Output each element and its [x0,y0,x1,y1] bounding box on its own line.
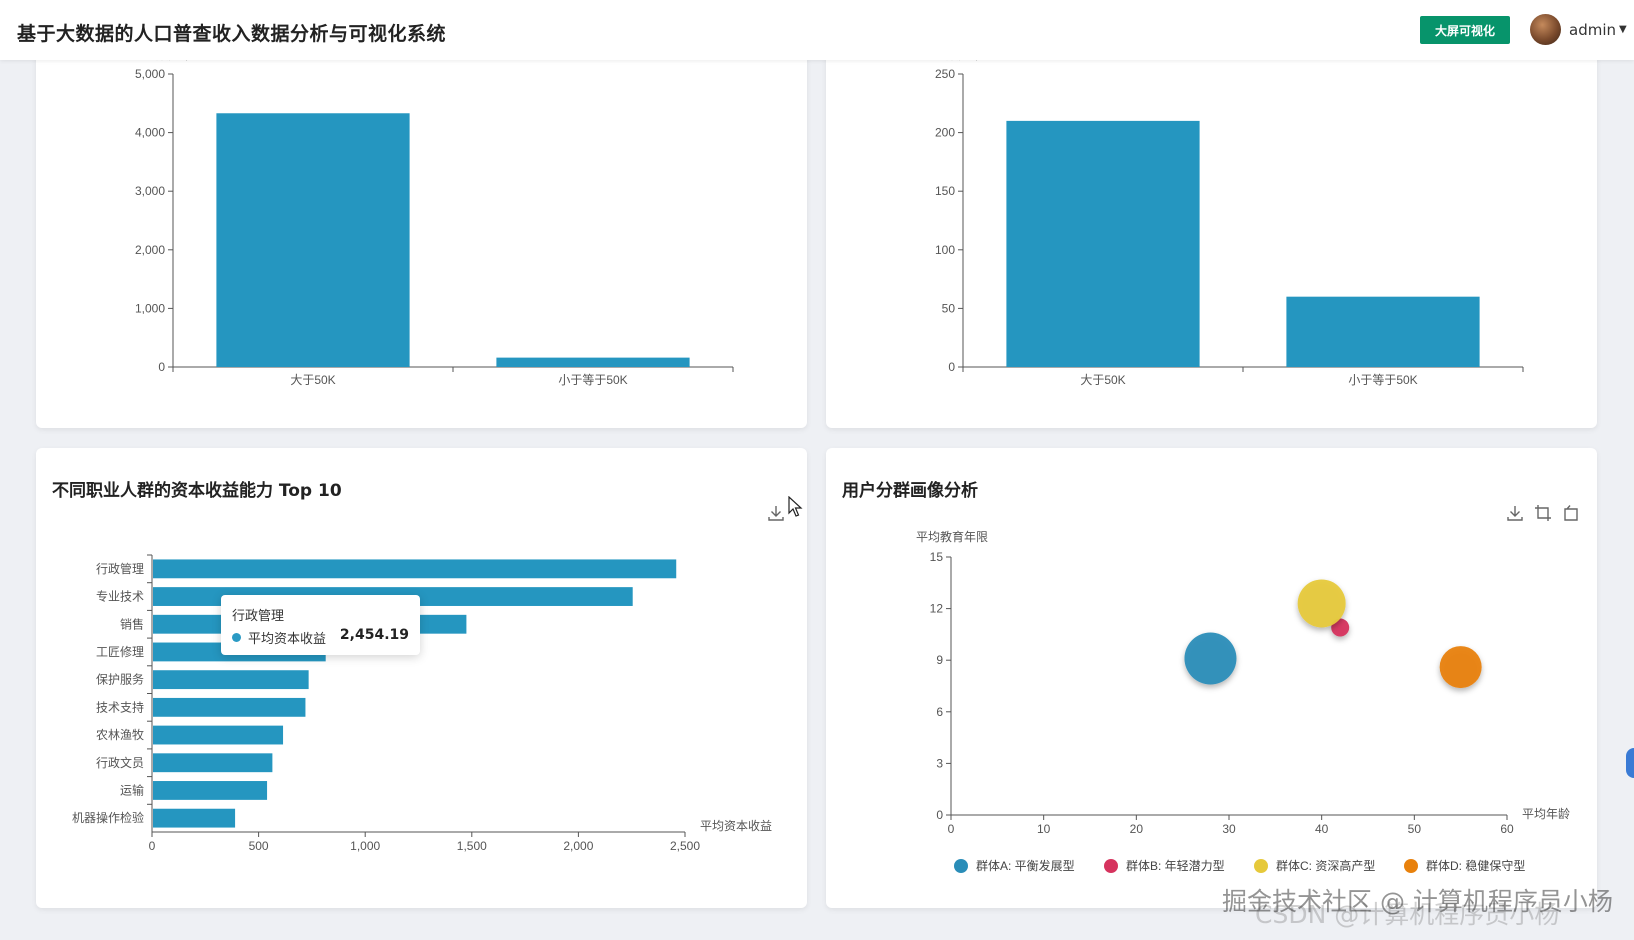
segment-y-axis-name: 平均教育年限 [916,529,988,544]
segment-y-tick-label: 0 [936,808,943,822]
segment-bubble [1297,579,1346,628]
income-right-y-tick-label: 100 [935,243,955,257]
income-left-x-tick-label: 大于50K [290,373,335,387]
chevron-down-icon[interactable]: ▼ [1619,24,1627,35]
occupation-bar [153,559,677,579]
occupation-x-tick-label: 500 [249,839,269,853]
segment-scatter-chart: 0 3 6 9 12 15 0 10 20 30 40 50 60 平均教育年限平均年龄群体A: 平衡发展… [916,529,1570,873]
occupation-y-tick-label: 农林渔牧 [96,728,144,742]
income-bar-chart-left: 01,0002,0003,0004,0005,000大于50K小于等于50K人数… [135,47,734,387]
segment-x-tick-label: 30 [1222,822,1236,836]
segment-legend-marker [1404,859,1418,873]
occupation-x-tick-label: 1,500 [457,839,487,853]
segment-y-tick-label: 6 [936,705,943,719]
segment-bubble [1184,632,1237,685]
segment-legend-label: 群体A: 平衡发展型 [976,858,1075,873]
avatar[interactable] [1530,14,1561,45]
user-name[interactable]: admin [1569,21,1616,39]
occupation-bar [153,670,309,690]
tooltip-series-marker [232,633,241,642]
income-right-bar [1286,296,1480,367]
watermark: 掘金技术社区 @ 计算机程序员小杨 [1222,887,1613,916]
income-chart-card-right: 050100150200250大于50K小于等于50K人数分布 [826,40,1597,428]
occupation-x-axis-name: 平均资本收益 [700,819,772,833]
segment-x-tick-label: 10 [1037,822,1051,836]
income-right-bar [1006,120,1200,367]
segment-legend-marker [1254,859,1268,873]
bigscreen-button[interactable]: 大屏可视化 [1420,16,1510,44]
segment-bubble [1439,646,1482,689]
segment-y-tick-label: 3 [936,756,943,770]
occupation-y-tick-label: 行政文员 [96,755,144,770]
segment-x-tick-label: 60 [1500,822,1514,836]
occupation-y-tick-label: 保护服务 [96,672,144,687]
occupation-y-tick-label: 运输 [120,782,144,797]
occupation-bar [153,808,236,828]
occupation-chart-card: 不同职业人群的资本收益能力 Top 10 0 500 1,000 1,500 2,000… [36,448,807,908]
segment-x-tick-label: 0 [948,822,955,836]
segment-y-tick-label: 9 [936,653,943,667]
segment-x-tick-label: 20 [1130,822,1144,836]
occupation-bar [153,753,273,773]
income-right-y-tick-label: 200 [935,126,955,140]
occupation-bar [153,697,306,717]
side-float-button[interactable] [1626,748,1634,778]
tooltip-value: 2,454.19 [339,627,409,643]
occupation-x-tick-label: 2,500 [670,839,700,853]
occupation-y-tick-label: 技术支持 [96,699,144,714]
income-left-bar [496,357,690,367]
income-left-bar [216,113,410,368]
occupation-y-tick-label: 机器操作检验 [72,810,144,825]
income-left-y-tick-label: 2,000 [135,243,165,257]
mouse-cursor-icon [788,496,803,517]
income-right-y-tick-label: 50 [942,301,956,315]
segment-x-tick-label: 40 [1315,822,1329,836]
income-left-y-tick-label: 4,000 [135,126,165,140]
segment-legend-label: 群体B: 年轻潜力型 [1126,859,1225,873]
segment-x-axis-name: 平均年龄 [1522,807,1570,821]
segment-legend-marker [1104,859,1118,873]
segment-y-tick-label: 15 [930,550,944,564]
income-left-y-tick-label: 3,000 [135,184,165,198]
chart-tooltip: 行政管理 平均资本收益 2,454.19 [221,595,420,655]
occupation-y-tick-label: 专业技术 [96,589,144,604]
occupation-x-tick-label: 2,000 [563,839,593,853]
segment-y-tick-label: 12 [930,602,944,616]
income-left-x-tick-label: 小于等于50K [558,373,627,387]
occupation-bar [153,725,284,745]
income-right-y-tick-label: 0 [948,360,955,374]
income-left-y-tick-label: 5,000 [135,67,165,81]
income-chart-card-left: 01,0002,0003,0004,0005,000大于50K小于等于50K人数… [36,40,807,428]
segment-chart-card: 用户分群画像分析 0 3 6 9 12 15 0 10 20 30 40 50 60 平均教育年限 平均年龄… [826,448,1597,908]
tooltip-series-name: 平均资本收益 [248,632,327,647]
app-title: 基于大数据的人口普查收入数据分析与可视化系统 [17,23,447,45]
tooltip-title: 行政管理 [232,609,285,624]
segment-legend-marker [954,859,968,873]
occupation-x-tick-label: 0 [149,839,156,853]
income-right-x-tick-label: 小于等于50K [1348,373,1417,387]
occupation-x-tick-label: 1,000 [350,839,380,853]
occupation-y-tick-label: 销售 [120,616,144,631]
occupation-y-tick-label: 工匠修理 [96,644,144,659]
income-bar-chart-right: 050100150200250大于50K小于等于50K人数分布 [934,47,1524,387]
segment-x-tick-label: 50 [1408,822,1422,836]
occupation-bar [153,781,268,800]
top-bar: 基于大数据的人口普查收入数据分析与可视化系统 大屏可视化 admin ▼ [0,0,1634,60]
occupation-bar-chart: 0 500 1,000 1,500 2,000 2,500平均资本收益行政管理专业技术销售… [72,554,772,853]
income-right-y-tick-label: 150 [935,184,955,198]
segment-legend-label: 群体D: 稳健保守型 [1426,858,1525,873]
income-left-y-tick-label: 0 [158,360,165,374]
income-right-y-tick-label: 250 [935,67,955,81]
income-right-x-tick-label: 大于50K [1080,373,1125,387]
occupation-y-tick-label: 行政管理 [96,561,144,576]
income-left-y-tick-label: 1,000 [135,301,165,315]
segment-legend-label: 群体C: 资深高产型 [1276,858,1375,873]
